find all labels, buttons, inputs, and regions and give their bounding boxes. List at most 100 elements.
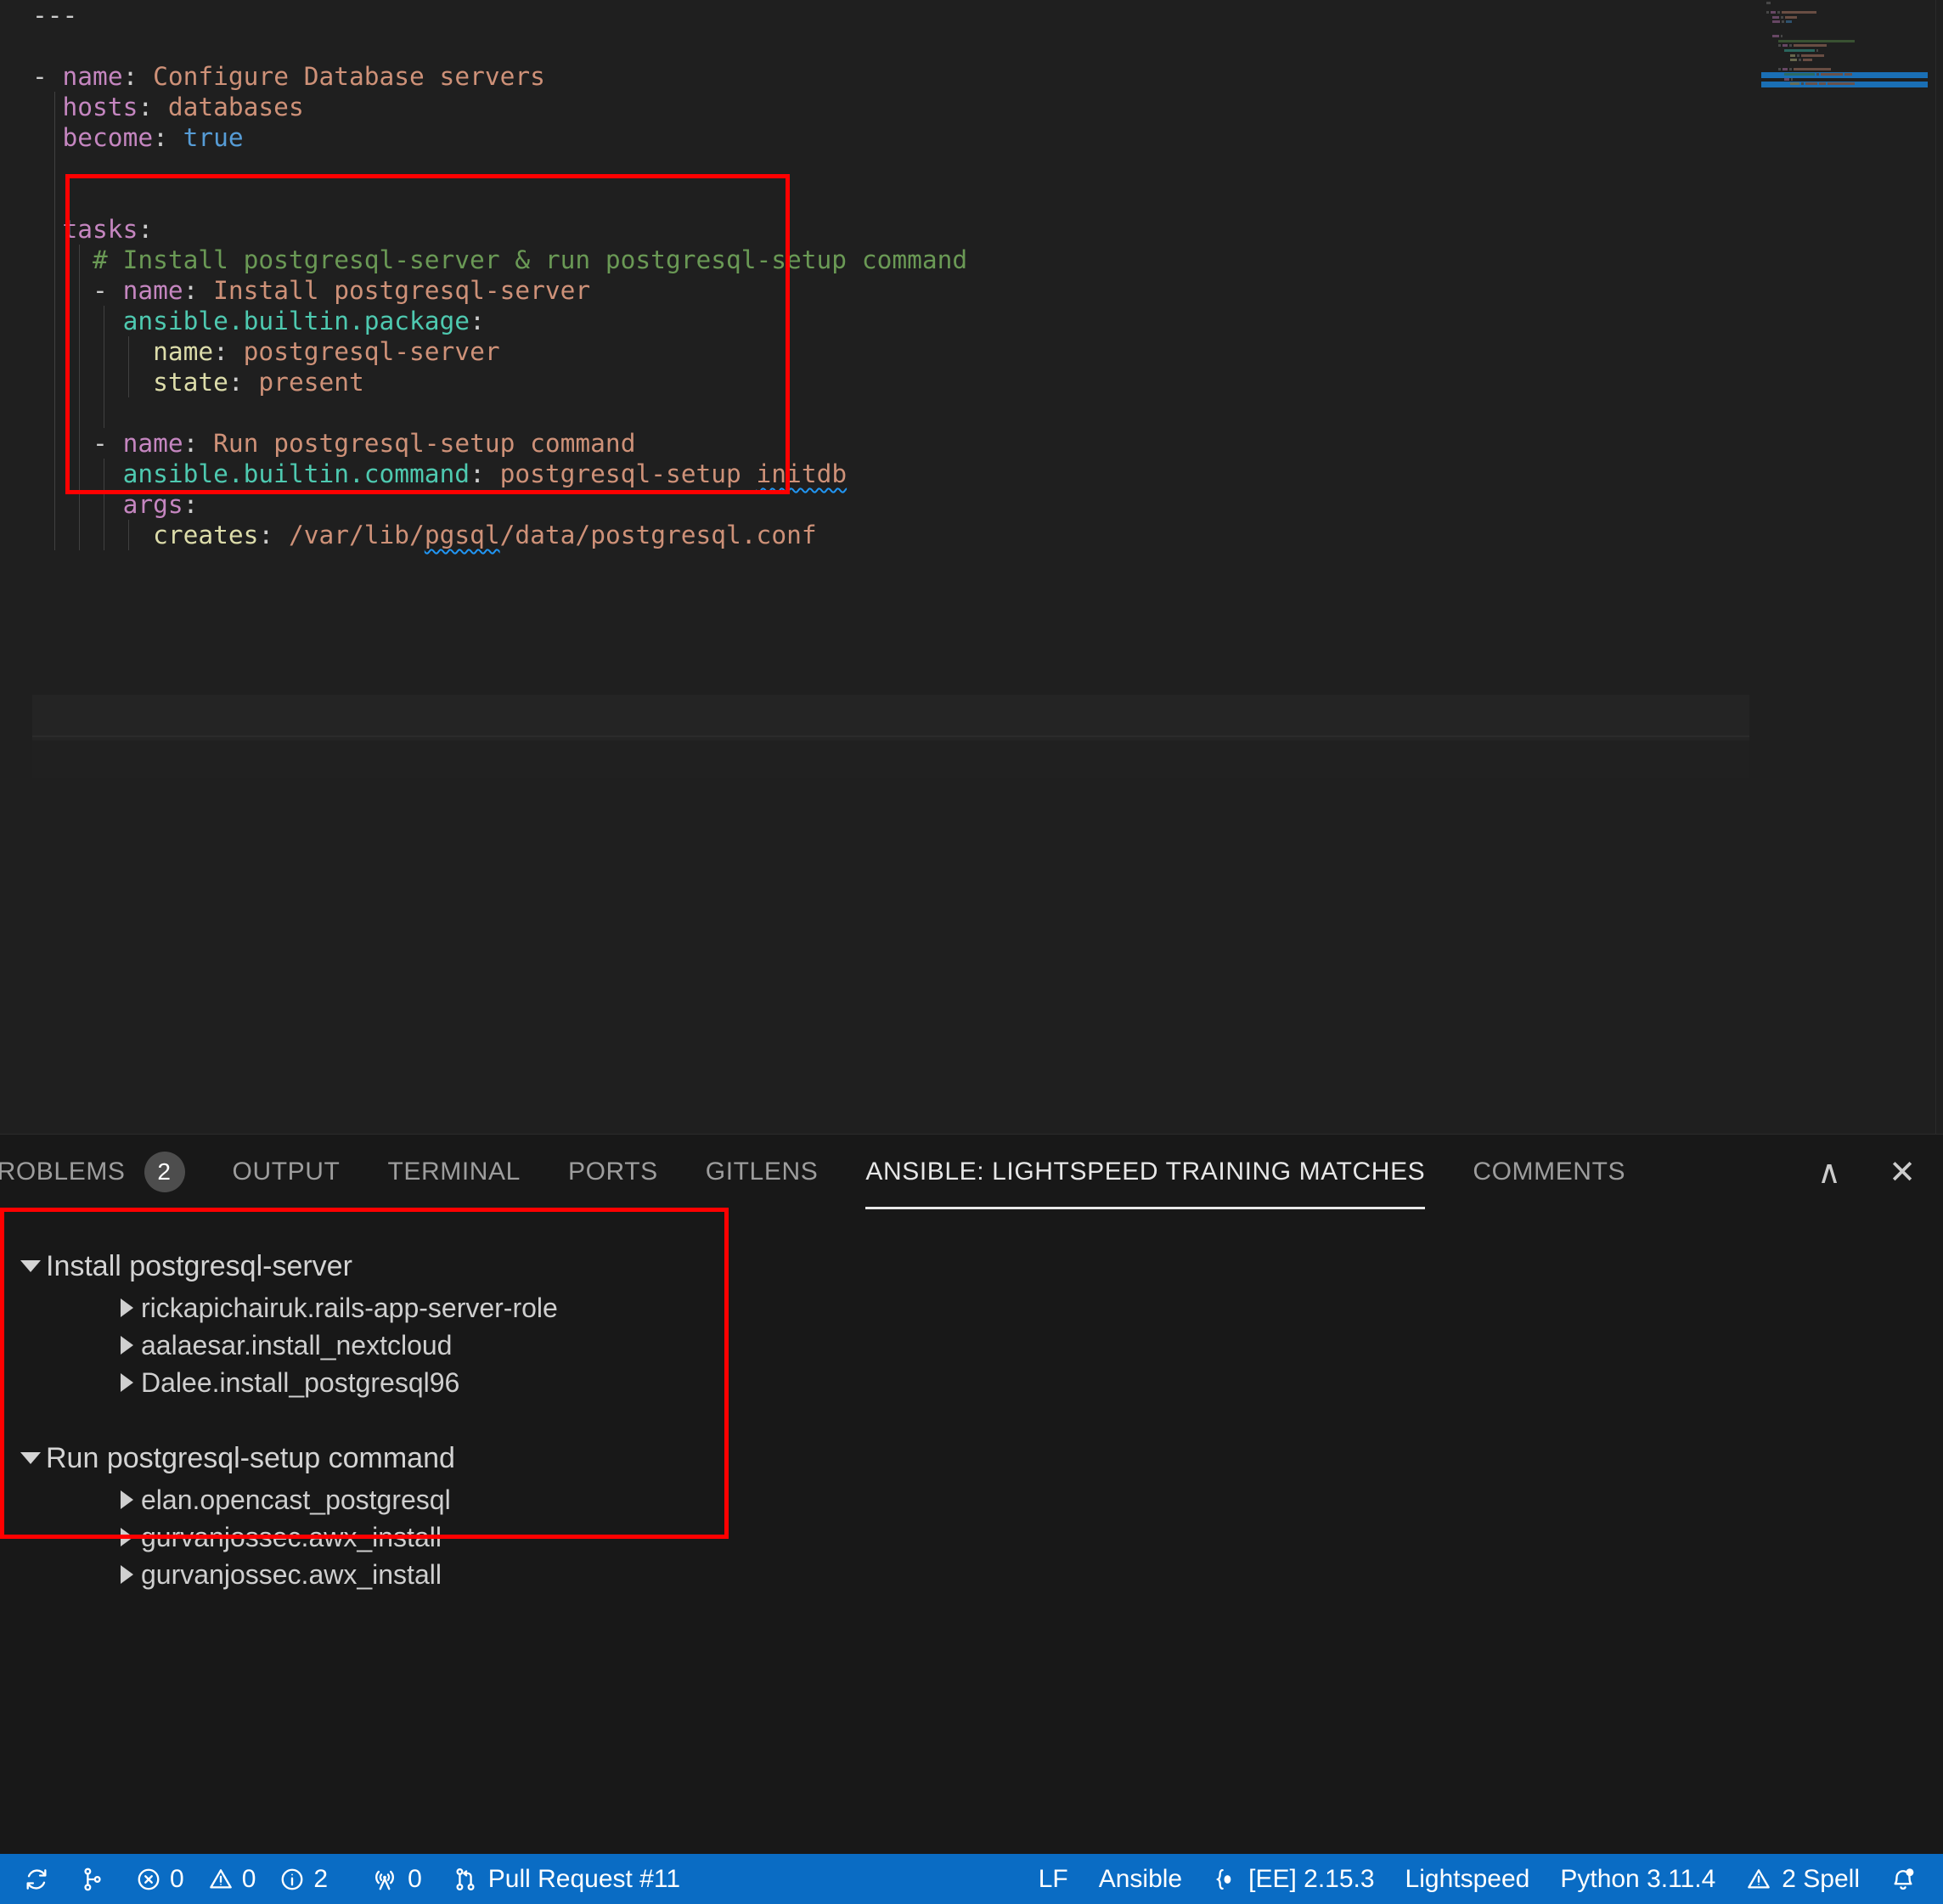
tree-child-label: elan.opencast_postgresql [141,1484,451,1515]
minimap-line [1789,68,1793,71]
minimap-line [1820,73,1844,76]
spell-glyph [1746,1867,1771,1892]
tree-child-item[interactable]: rickapichairuk.rails-app-server-role [20,1289,1943,1327]
minimap-line [1790,59,1797,62]
panel-tab-terminal[interactable]: TERMINAL [363,1135,544,1209]
error-count-item-count: 0 [170,1864,184,1893]
pull-request[interactable]: Pull Request #11 [437,1854,696,1904]
panel-tab-comments[interactable]: COMMENTS [1449,1135,1649,1209]
eol-indicator[interactable]: LF [1023,1854,1084,1904]
editor-minimap[interactable] [1758,0,1936,1134]
indent-guide [54,214,55,245]
code-line: tasks: [0,214,1749,245]
minimap-line [1766,11,1770,14]
panel-tab-bar[interactable]: PROBLEMS 2 OUTPUT TERMINAL PORTS GITLENS ANSIB… [0,1135,1943,1209]
ports-forwarded[interactable]: 0 [357,1854,437,1904]
code-line: become: true [0,122,1749,153]
panel-tab-ports[interactable]: PORTS [544,1135,682,1209]
warning-count-item-count: 0 [241,1864,256,1893]
status-bar-right: LF Ansible [EE] 2.15.3 Lightspeed Python 3.1… [1023,1854,1943,1904]
chevron-right-icon [121,1490,133,1509]
indent-guide [54,428,55,459]
code-line: ansible.builtin.command: postgresql-setu… [0,459,1749,489]
tree-child-item[interactable]: elan.opencast_postgresql [20,1481,1943,1518]
tree-group: Run postgresql-setup command elan.opencas… [20,1435,1943,1593]
minimap-line [1786,20,1792,24]
chevron-down-icon [20,1452,41,1464]
eol-indicator-label: LF [1038,1864,1068,1893]
panel-tab-label: OUTPUT [232,1158,341,1186]
tree-root-item[interactable]: Install postgresql-server [20,1243,1943,1289]
tree-child-label: rickapichairuk.rails-app-server-role [141,1292,558,1323]
indent-guide [79,520,80,550]
chevron-right-icon [121,1373,133,1392]
spell-checker[interactable]: 2 Spell [1731,1854,1875,1904]
code-token: true [183,123,244,152]
indent-guide [128,520,129,550]
panel-tab-output[interactable]: OUTPUT [209,1135,364,1209]
indent-guide [128,336,129,367]
source-control-branch[interactable] [65,1854,121,1904]
minimap-line [1784,49,1815,52]
tree-child-item[interactable]: gurvanjossec.awx_install [20,1556,1943,1593]
panel-tab-label: PORTS [567,1158,658,1186]
execution-environment[interactable]: [EE] 2.15.3 [1197,1854,1389,1904]
panel-actions[interactable]: ∧ ✕ [1811,1135,1921,1209]
execution-environment-label: [EE] 2.15.3 [1248,1864,1375,1893]
panel-tab-ansible-lightspeed-training-matches[interactable]: ANSIBLE: LIGHTSPEED TRAINING MATCHES [842,1135,1449,1209]
code-token: Configure Database servers [153,62,545,91]
tree-child-item[interactable]: aalaesar.install_nextcloud [20,1327,1943,1364]
code-token: postgresql-server [243,337,500,366]
code-token: /data/postgresql.conf [499,521,817,549]
code-token: Run postgresql-setup command [213,429,636,458]
minimap-line [1772,15,1779,19]
minimap-line [1782,11,1816,14]
problems-summary[interactable]: 0 0 2 [121,1854,357,1904]
lightspeed-training-matches-tree[interactable]: Install postgresql-server rickapichairuk.… [0,1209,1943,1855]
code-token: : [228,368,259,397]
indent-guide [79,306,80,336]
code-token: : [122,62,154,91]
code-content[interactable]: --- - name: Configure Database servers ho… [0,0,1749,1134]
chevron-right-icon [121,1565,133,1584]
indent-guide [54,92,55,122]
code-token: name [62,62,123,91]
close-panel-icon[interactable]: ✕ [1884,1153,1921,1191]
code-token: become [32,123,154,152]
code-line: - name: Run postgresql-setup command [0,428,1749,459]
minimap-line [1784,15,1797,19]
code-editor[interactable]: --- - name: Configure Database servers ho… [0,0,1943,1134]
indent-guide [54,459,55,489]
panel-tab-label: COMMENTS [1473,1158,1626,1186]
python-interpreter[interactable]: Python 3.11.4 [1545,1854,1731,1904]
indent-guide [79,245,80,275]
minimap-line [1844,73,1853,76]
lightspeed-status[interactable]: Lightspeed [1390,1854,1546,1904]
code-token: /var/lib/ [288,521,425,549]
minimap-line [1771,11,1777,14]
indent-guide [128,367,129,397]
warning-count-item: 0 [208,1865,256,1894]
tree-child-label: gurvanjossec.awx_install [141,1558,442,1590]
maximize-panel-icon[interactable]: ∧ [1811,1153,1848,1191]
language-mode-label: Ansible [1098,1864,1183,1893]
lightspeed-status-label: Lightspeed [1405,1864,1530,1893]
spell-checker-label: 2 Spell [1782,1864,1860,1893]
panel-tab-label: ANSIBLE: LIGHTSPEED TRAINING MATCHES [865,1158,1426,1186]
remote-sync-icon[interactable] [8,1854,65,1904]
tree-child-item[interactable]: Dalee.install_postgresql96 [20,1364,1943,1401]
notifications[interactable] [1875,1854,1931,1904]
code-token: name [122,276,183,305]
status-bar: 0 0 2 0 Pull Request #11 LF Ansible [EE] 2.15.… [0,1854,1943,1904]
language-mode[interactable]: Ansible [1084,1854,1197,1904]
panel-tab-gitlens[interactable]: GITLENS [682,1135,842,1209]
tree-root-item[interactable]: Run postgresql-setup command [20,1435,1943,1481]
code-token: : [470,307,485,335]
minimap-line [1794,44,1828,48]
chevron-right-icon [121,1528,133,1546]
indent-guide [54,489,55,520]
indent-guide [54,275,55,306]
tree-child-item[interactable]: gurvanjossec.awx_install [20,1518,1943,1556]
panel-tab-problems[interactable]: PROBLEMS 2 [0,1135,209,1209]
